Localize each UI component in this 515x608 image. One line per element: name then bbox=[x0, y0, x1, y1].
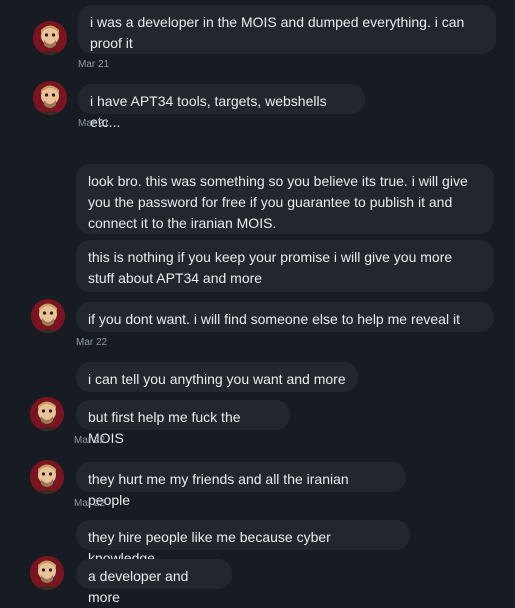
message-bubble[interactable]: i have APT34 tools, targets, webshells e… bbox=[78, 84, 365, 130]
avatar[interactable] bbox=[33, 21, 67, 55]
message-bubble[interactable]: they hire people like me because cyber k… bbox=[76, 520, 410, 566]
message-timestamp: Mar 22 bbox=[74, 435, 106, 446]
user-avatar-icon bbox=[33, 81, 67, 115]
user-avatar-icon bbox=[30, 397, 64, 431]
avatar[interactable] bbox=[33, 81, 67, 115]
message-bubble[interactable]: they hurt me my friends and all the iran… bbox=[76, 462, 406, 508]
message-timestamp: Mar 22 bbox=[74, 498, 106, 509]
message-bubble[interactable]: a developer and more bbox=[76, 559, 232, 605]
avatar[interactable] bbox=[30, 397, 64, 431]
avatar[interactable] bbox=[30, 556, 64, 590]
message-bubble[interactable]: i was a developer in the MOIS and dumped… bbox=[78, 5, 496, 54]
avatar[interactable] bbox=[31, 299, 65, 333]
user-avatar-icon bbox=[31, 299, 65, 333]
message-bubble[interactable]: i can tell you anything you want and mor… bbox=[76, 362, 358, 392]
message-bubble[interactable]: if you dont want. i will find someone el… bbox=[76, 302, 494, 332]
message-bubble[interactable]: but first help me fuck the MOIS bbox=[76, 400, 290, 446]
user-avatar-icon bbox=[33, 21, 67, 55]
message-timestamp: Mar 21 bbox=[78, 59, 110, 70]
message-bubble[interactable]: this is nothing if you keep your promise… bbox=[76, 240, 494, 292]
message-bubble[interactable]: look bro. this was something so you beli… bbox=[76, 164, 494, 234]
message-timestamp: Mar 21 bbox=[78, 118, 110, 129]
user-avatar-icon bbox=[30, 460, 64, 494]
avatar[interactable] bbox=[30, 460, 64, 494]
message-timestamp: Mar 22 bbox=[76, 337, 108, 348]
user-avatar-icon bbox=[30, 556, 64, 590]
